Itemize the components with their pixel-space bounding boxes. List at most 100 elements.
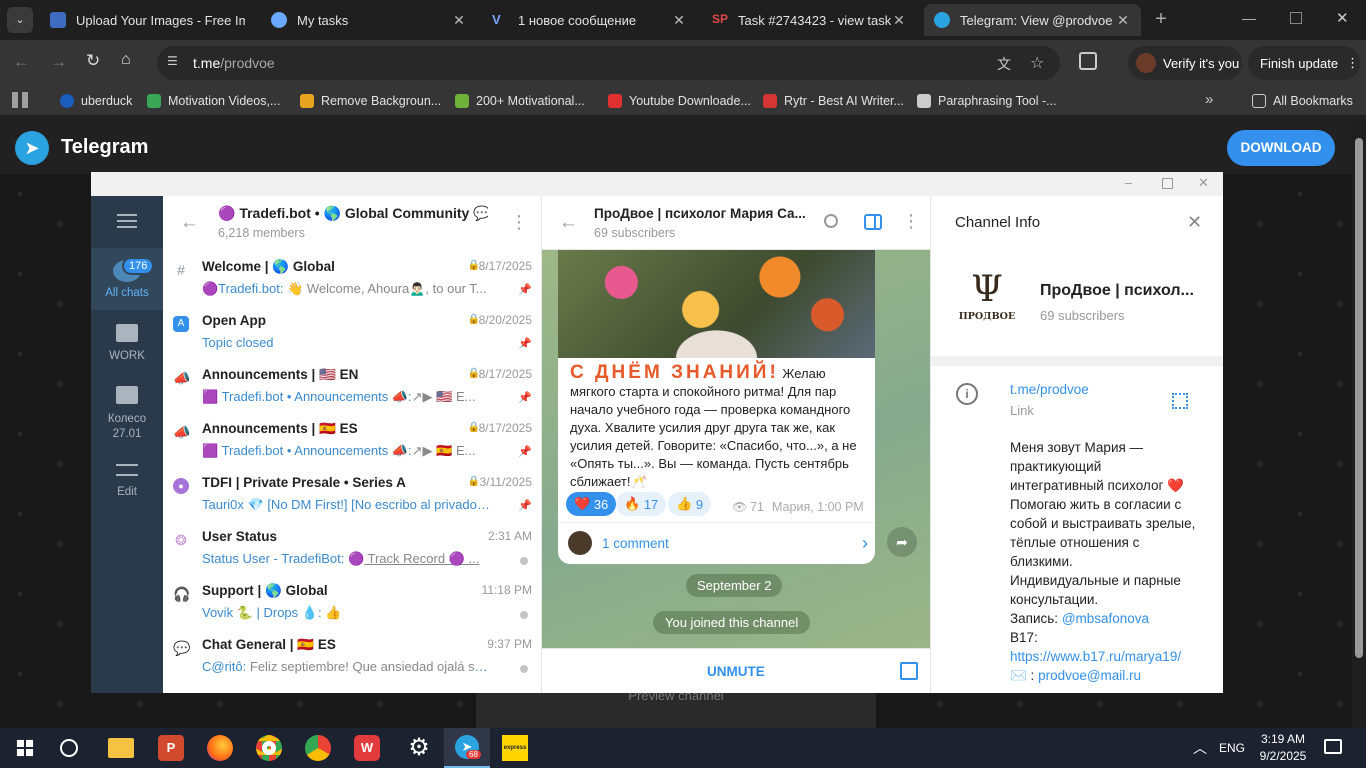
chevron-up-icon[interactable]: ︿ (1193, 738, 1207, 758)
clock-date[interactable]: 9/2/2025 (1256, 749, 1310, 763)
back-arrow-icon[interactable]: ← (559, 212, 578, 234)
composer-bar: UNMUTE (542, 648, 930, 693)
joined-notice: You joined this channel (653, 611, 811, 634)
file-explorer-icon[interactable] (108, 738, 134, 758)
bookmark-youtube-downloader[interactable]: Youtube Downloade... (608, 92, 751, 110)
back-arrow-icon[interactable]: ← (180, 212, 199, 234)
more-bookmarks-icon[interactable]: » (1205, 91, 1213, 108)
list-item[interactable]: # Welcome | 🌎 Global 🔒 8/17/2025 🟣Tradef… (163, 250, 542, 304)
folder-icon (116, 386, 138, 404)
folder-koleso[interactable]: Колесо 27.01 (91, 386, 163, 446)
qr-code-icon[interactable] (1172, 393, 1188, 409)
minimize-window-icon[interactable]: — (1242, 10, 1260, 26)
info-title: Channel Info (955, 214, 1041, 231)
channel-title[interactable]: ПроДвое | психолог Мария Са... (594, 206, 806, 221)
menu-icon[interactable] (117, 214, 137, 228)
telegram-brand[interactable]: Telegram (61, 136, 148, 159)
windows-start-icon[interactable] (16, 739, 34, 757)
bookmark-motivation-videos[interactable]: Motivation Videos,... (147, 92, 280, 110)
more-vertical-icon[interactable]: ⋮ (510, 212, 528, 233)
scrollbar-thumb[interactable] (1355, 138, 1363, 658)
minimize-icon[interactable]: – (1125, 175, 1132, 190)
download-button[interactable]: DOWNLOAD (1227, 130, 1335, 166)
list-item[interactable]: 📣 Announcements | 🇪🇸 ES 🔒 8/17/2025 🟪 Tr… (163, 412, 542, 466)
list-item[interactable]: ❂ User Status 2:31 AM Status User - Trad… (163, 520, 542, 574)
close-window-icon[interactable]: ✕ (1336, 9, 1349, 27)
maximize-icon[interactable] (1162, 178, 1173, 189)
reload-icon[interactable]: ↻ (86, 51, 100, 71)
finish-update-button[interactable]: Finish update ⋮ (1248, 46, 1360, 80)
bookmark-motivational[interactable]: 200+ Motivational... (455, 92, 585, 110)
new-tab-button[interactable]: + (1150, 8, 1172, 30)
folder-work[interactable]: WORK (91, 324, 163, 374)
chrome-icon[interactable] (256, 735, 282, 761)
close-icon[interactable]: ✕ (1198, 175, 1209, 191)
notification-icon[interactable] (1324, 739, 1342, 754)
tab-new-message[interactable]: V 1 новое сообщение ✕ (482, 4, 697, 36)
reaction-thumbs-up[interactable]: 👍 9 (668, 492, 712, 516)
tab-favicon (271, 12, 287, 28)
share-button[interactable]: ➦ (887, 527, 917, 557)
language-indicator[interactable]: ENG (1219, 741, 1245, 755)
channel-link[interactable]: t.me/prodvoe (1010, 382, 1089, 397)
muted-unread-dot (520, 611, 528, 619)
site-info-icon[interactable]: ☰ (167, 54, 178, 68)
views-eye-icon: 👁 (732, 500, 748, 514)
close-icon[interactable]: ✕ (891, 12, 907, 29)
close-icon[interactable]: ✕ (451, 12, 467, 29)
home-icon[interactable]: ⌂ (121, 51, 131, 69)
gift-icon[interactable] (900, 662, 918, 680)
reaction-heart[interactable]: ❤️ 36 (566, 492, 617, 516)
bookmark-star-icon[interactable]: ☆ (1030, 53, 1044, 73)
more-vertical-icon[interactable]: ⋮ (902, 211, 920, 232)
tab-search-button[interactable]: ⌄ (7, 7, 33, 33)
list-item[interactable]: A Open App 🔒 8/20/2025 Topic closed 📌 (163, 304, 542, 358)
firefox-icon[interactable] (207, 735, 233, 761)
settings-gear-icon[interactable]: ⚙ (404, 733, 434, 763)
search-icon[interactable] (824, 214, 838, 228)
wps-office-icon[interactable]: W (354, 735, 380, 761)
forward-icon[interactable]: → (50, 52, 67, 72)
search-circle-icon[interactable] (60, 739, 78, 757)
tab-my-tasks[interactable]: My tasks ✕ (261, 4, 477, 36)
extensions-icon[interactable] (1079, 52, 1097, 70)
channel-bio: Меня зовут Мария — практикующий интеграт… (1010, 438, 1215, 685)
bookmark-paraphrasing-tool[interactable]: Paraphrasing Tool -... (917, 92, 1057, 110)
b17-link[interactable]: https://www.b17.ru/marya19/ (1010, 647, 1215, 666)
translate-icon[interactable]: 文 (997, 54, 1011, 74)
telegram-logo-icon[interactable]: ➤ (15, 131, 49, 165)
bookmark-rytr[interactable]: Rytr - Best AI Writer... (763, 92, 904, 110)
back-icon[interactable]: ← (13, 52, 30, 72)
list-item[interactable]: ● TDFI | Private Presale • Series A 🔒 3/… (163, 466, 542, 520)
close-icon[interactable]: ✕ (1187, 212, 1202, 233)
booking-handle-link[interactable]: @mbsafonova (1062, 611, 1149, 626)
close-icon[interactable]: ✕ (671, 12, 687, 29)
tab-task-view[interactable]: SP Task #2743423 - view task ✕ (702, 4, 917, 36)
reaction-fire[interactable]: 🔥 17 (616, 492, 667, 516)
email-link[interactable]: prodvoe@mail.ru (1038, 668, 1141, 683)
comments-button[interactable]: 1 comment › (568, 526, 868, 560)
telegram-taskbar-icon[interactable]: ➤ 68 (444, 728, 490, 768)
close-icon[interactable]: ✕ (1115, 12, 1131, 29)
clock-time[interactable]: 3:19 AM (1256, 732, 1310, 746)
pin-icon: 📌 (518, 284, 532, 296)
all-bookmarks-folder[interactable]: All Bookmarks (1252, 92, 1353, 110)
presentation-app-icon[interactable]: P (158, 735, 184, 761)
express-app-icon[interactable]: express (502, 735, 528, 761)
list-item[interactable]: 🎧 Support | 🌎 Global 11:18 PM Vovik 🐍 | … (163, 574, 542, 628)
apps-grid-icon[interactable] (12, 92, 28, 108)
sidebar-toggle-icon[interactable] (864, 214, 882, 230)
bookmark-remove-background[interactable]: Remove Backgroun... (300, 92, 441, 110)
tab-telegram-active[interactable]: Telegram: View @prodvoe ✕ (924, 4, 1141, 36)
restore-window-icon[interactable] (1290, 12, 1302, 24)
list-item[interactable]: 💬 Chat General | 🇪🇸 ES 9:37 PM C@ritô: F… (163, 628, 542, 682)
tab-upload-images[interactable]: Upload Your Images - Free Im (40, 4, 255, 36)
folder-edit[interactable]: Edit (91, 464, 163, 510)
folder-all-chats[interactable]: 176 All chats (91, 248, 163, 310)
bookmark-uberduck[interactable]: uberduck (60, 92, 132, 110)
unmute-button[interactable]: UNMUTE (707, 664, 765, 679)
list-item[interactable]: 📣 Announcements | 🇺🇸 EN 🔒 8/17/2025 🟪 Tr… (163, 358, 542, 412)
address-bar[interactable]: ☰ t.me/prodvoe 文 ☆ (157, 46, 1060, 80)
chrome-icon-alt[interactable] (305, 735, 331, 761)
verify-profile-button[interactable]: Verify it's you (1128, 46, 1242, 80)
